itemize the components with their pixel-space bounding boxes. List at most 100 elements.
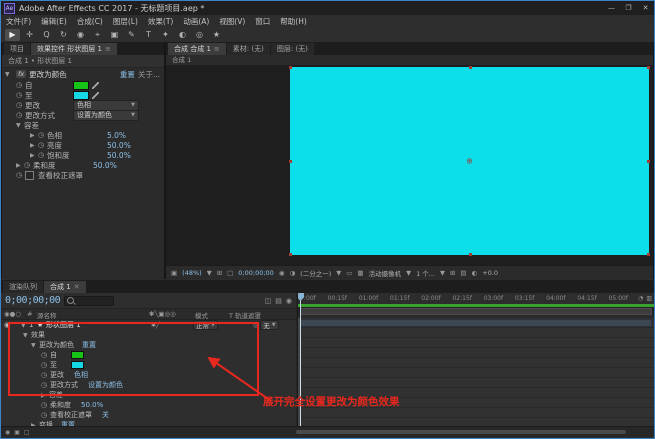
fast-preview-icon[interactable]: ▤ <box>460 269 466 277</box>
eyedropper-icon[interactable] <box>92 81 99 89</box>
exposure-icon[interactable]: ◐ <box>472 269 478 277</box>
graph-editor-icon[interactable]: ◉ <box>286 297 292 305</box>
effects-group-row[interactable]: ▼ 效果 <box>1 330 296 340</box>
about-link[interactable]: 关于... <box>138 69 160 80</box>
anchor-point-icon[interactable]: ⊕ <box>466 157 473 166</box>
layer-duration-bar[interactable] <box>300 319 652 327</box>
track-area[interactable] <box>298 318 654 427</box>
layer-handle[interactable] <box>468 253 472 256</box>
tab-effect-controls[interactable]: 效果控件 形状图层 1 ≡ <box>31 43 117 55</box>
column-mode[interactable]: 模式 <box>195 310 208 320</box>
stopwatch-icon[interactable]: ◷ <box>16 171 25 179</box>
mask-visibility-icon[interactable]: □ <box>227 269 233 277</box>
close-icon[interactable]: ✕ <box>74 283 80 291</box>
menu-window[interactable]: 窗口 <box>250 16 275 27</box>
minimize-button[interactable]: — <box>603 4 620 12</box>
shape-tool-icon[interactable]: ▣ <box>107 29 122 41</box>
panel-menu-icon[interactable]: ≡ <box>105 45 111 53</box>
tab-layer[interactable]: 图层: (无) <box>270 43 314 55</box>
stopwatch-icon[interactable]: ◷ <box>41 411 50 419</box>
blend-mode-dropdown[interactable]: 正常 ▼ <box>193 320 218 330</box>
column-trkmat[interactable]: T 轨道遮罩 <box>229 310 261 320</box>
exposure-value[interactable]: +0.0 <box>482 269 498 277</box>
layer-handle[interactable] <box>647 253 650 256</box>
zoom-tool-icon[interactable]: Q <box>39 29 54 41</box>
panel-menu-icon[interactable]: ≡ <box>214 45 220 53</box>
param-row-softness[interactable]: ◷ 柔和度 50.0% <box>1 400 296 410</box>
stopwatch-icon[interactable]: ◷ <box>38 151 47 159</box>
stopwatch-icon[interactable]: ◷ <box>41 361 50 369</box>
twirl-right-icon[interactable]: ▶ <box>16 162 24 169</box>
camera-dropdown[interactable]: 活动摄像机 <box>369 268 402 278</box>
eyedropper-icon[interactable] <box>92 91 99 99</box>
change-dropdown[interactable]: 色相 ▼ <box>73 99 139 111</box>
stopwatch-icon[interactable]: ◷ <box>16 111 25 119</box>
pixel-aspect-icon[interactable]: ⊞ <box>450 269 455 277</box>
work-area[interactable] <box>298 307 654 315</box>
stopwatch-icon[interactable]: ◷ <box>41 381 50 389</box>
tab-render-queue[interactable]: 渲染队列 <box>3 281 43 293</box>
comp-marker-icon[interactable]: ◔ <box>638 295 643 302</box>
selection-tool-icon[interactable]: ▶ <box>5 28 20 41</box>
stopwatch-icon[interactable]: ◷ <box>41 371 50 379</box>
brush-tool-icon[interactable]: ✦ <box>158 29 173 41</box>
clone-stamp-tool-icon[interactable]: ◐ <box>175 29 190 41</box>
stopwatch-icon[interactable]: ◷ <box>38 131 47 139</box>
param-value[interactable]: 设置为颜色 <box>88 380 123 390</box>
twirl-down-icon[interactable]: ▼ <box>16 122 24 129</box>
twirl-right-icon[interactable]: ▶ <box>30 152 38 159</box>
stopwatch-icon[interactable]: ◷ <box>41 401 50 409</box>
eraser-tool-icon[interactable]: ◎ <box>192 29 207 41</box>
layer-switches-icons[interactable]: ✱╱ <box>151 320 160 330</box>
hand-tool-icon[interactable]: ✛ <box>22 29 37 41</box>
reset-link[interactable]: 重置 <box>120 69 135 80</box>
param-value[interactable]: 关 <box>102 410 109 420</box>
pan-behind-tool-icon[interactable]: ⌖ <box>90 29 105 41</box>
horizontal-scrollbar[interactable] <box>296 430 626 434</box>
menu-composition[interactable]: 合成(C) <box>72 16 108 27</box>
menu-layer[interactable]: 图层(L) <box>108 16 143 27</box>
stopwatch-icon[interactable]: ◷ <box>16 101 25 109</box>
column-source-name[interactable]: 源名称 <box>37 310 57 320</box>
layer-handle[interactable] <box>289 66 292 69</box>
chevron-down-icon[interactable]: ▼ <box>336 269 341 277</box>
stopwatch-icon[interactable]: ◷ <box>16 81 25 89</box>
change-by-dropdown[interactable]: 设置为颜色 ▼ <box>73 109 139 121</box>
tab-comp-timeline[interactable]: 合成 1 ✕ <box>44 281 86 293</box>
twirl-down-icon[interactable]: ▼ <box>5 71 13 78</box>
stopwatch-icon[interactable]: ◷ <box>24 161 33 169</box>
param-row-to[interactable]: ◷ 至 <box>1 360 296 370</box>
chevron-down-icon[interactable]: ▼ <box>440 269 445 277</box>
snapshot-icon[interactable]: ◉ <box>279 269 285 277</box>
from-color-swatch[interactable] <box>71 351 84 359</box>
fx-badge-icon[interactable]: fx <box>16 70 27 78</box>
tab-composition[interactable]: 合成 合成 1 ≡ <box>168 43 226 55</box>
param-value[interactable]: 5.0% <box>107 131 126 140</box>
param-value[interactable]: 50.0% <box>107 141 131 150</box>
param-row-from[interactable]: ◷ 自 <box>1 350 296 360</box>
layer-row[interactable]: ◉ ▼ 1 ★ 形状图层 1 ✱╱ 正常 ▼ ◎ 无 ▼ <box>1 320 296 330</box>
current-timecode[interactable]: 0;00;00;00 <box>5 295 61 306</box>
view-layout-dropdown[interactable]: 1 个... <box>416 268 435 278</box>
effect-row[interactable]: ▼ 更改为颜色 重置 <box>1 340 296 350</box>
work-area-bar[interactable] <box>300 308 652 315</box>
camera-tool-icon[interactable]: ◉ <box>73 29 88 41</box>
comp-layer-surface[interactable]: ⊕ <box>289 66 650 256</box>
viewer-canvas[interactable]: ⊕ <box>166 65 653 266</box>
param-value[interactable]: 色相 <box>74 370 88 380</box>
param-row-view-matte[interactable]: ◷ 查看校正遮罩 关 <box>1 410 296 420</box>
draft-3d-icon[interactable]: ▤ <box>275 297 282 305</box>
twirl-down-icon[interactable]: ▼ <box>21 320 29 330</box>
layer-handle[interactable] <box>647 160 650 163</box>
twirl-down-icon[interactable]: ▼ <box>23 332 31 339</box>
shy-toggle-icon[interactable]: ◉ <box>5 429 10 436</box>
reset-link[interactable]: 重置 <box>82 340 96 350</box>
motion-blur-toggle-icon[interactable]: □ <box>24 429 30 436</box>
tab-footage[interactable]: 素材: (无) <box>226 43 270 55</box>
stopwatch-icon[interactable]: ◷ <box>41 351 50 359</box>
group-row-tolerance[interactable]: ▶ 容差 <box>1 390 296 400</box>
rotation-tool-icon[interactable]: ↻ <box>56 29 71 41</box>
composition-mini-flowchart-icon[interactable]: ◫ <box>265 297 272 305</box>
chevron-down-icon[interactable]: ▼ <box>207 269 212 277</box>
menu-help[interactable]: 帮助(H) <box>275 16 312 27</box>
